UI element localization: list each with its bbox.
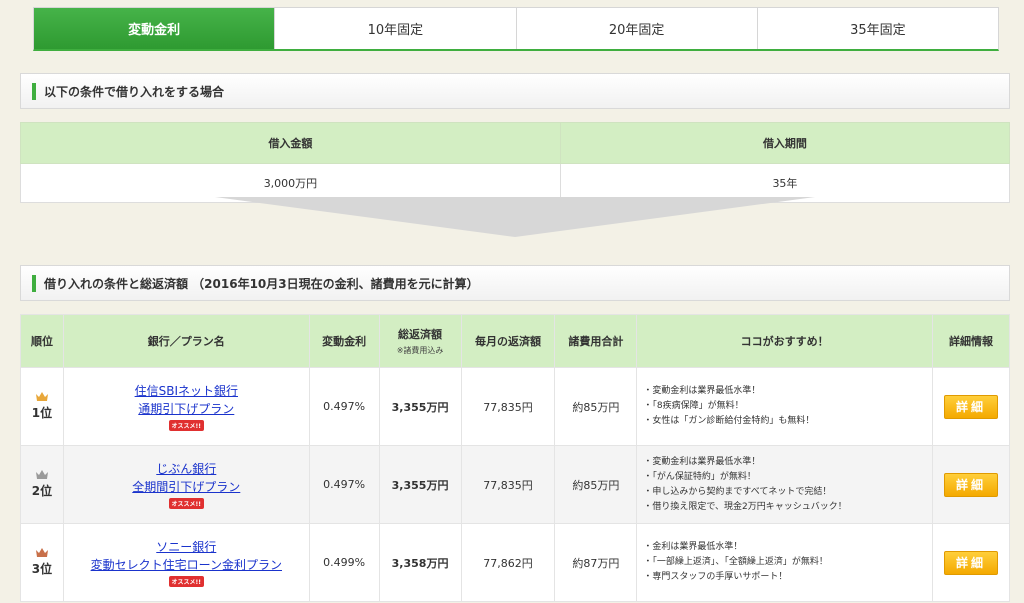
conditions-section-header: 以下の条件で借り入れをする場合 [20,73,1010,109]
recommend-point: ・「がん保証特約」が無料！ [643,471,756,482]
bank-name-link[interactable]: ソニー銀行 [64,538,309,556]
table-row: 1位 住信SBIネット銀行 通期引下げプラン オススメ!! 0.497% 3,3… [20,367,1011,446]
detail-header: 詳細情報 [931,314,1011,368]
loan-amount-header: 借入金額 [20,122,561,164]
rank-cell: 1位 [20,367,64,446]
bank-plan-header: 銀行／プラン名 [62,314,310,368]
detail-button[interactable]: 詳細 [943,550,998,575]
monthly-payment-value: 77,862円 [460,523,556,602]
recommend-point: ・女性は「ガン診断給付金特約」も無料！ [643,416,815,426]
plan-name-link[interactable]: 全期間引下げプラン [64,478,309,496]
plan-name-link[interactable]: 通期引下げプラン [64,400,309,418]
loan-period-header: 借入期間 [559,122,1011,164]
recommended-badge: オススメ!! [168,498,205,509]
ranking-table: 順位 銀行／プラン名 変動金利 総返済額 ※諸費用込み 毎月の返済額 諸費用合計… [20,314,1011,602]
total-repayment-note: ※諸費用込み [396,346,444,355]
variable-rate-value: 0.497% [308,445,380,524]
recommend-point: ・「一部繰上返済」、「全額繰上返済」が無料！ [643,557,828,567]
down-arrow-icon [215,197,815,237]
total-repayment-label: 総返済額 [398,328,443,341]
detail-button[interactable]: 詳細 [943,472,998,497]
total-repayment-header: 総返済額 ※諸費用込み [378,314,462,368]
recommend-point: ・専門スタッフの手厚いサポート！ [643,572,788,582]
recommended-badge: オススメ!! [168,420,205,431]
table-row: 3位 ソニー銀行 変動セレクト住宅ローン金利プラン オススメ!! 0.499% … [20,523,1011,602]
conditions-section-title: 以下の条件で借り入れをする場合 [44,84,225,99]
recommend-points: ・変動金利は業界最低水準！ ・「8疾病保障」が無料！ ・女性は「ガン診断給付金特… [636,367,933,446]
total-repayment-value: 3,355万円 [378,445,462,524]
loan-conditions-table: 借入金額 借入期間 3,000万円 35年 [20,122,1011,203]
table-row: 2位 じぶん銀行 全期間引下げプラン オススメ!! 0.497% 3,355万円… [20,445,1011,524]
rank-cell: 2位 [20,445,64,524]
section-accent-bar [32,82,36,100]
variable-rate-header: 変動金利 [308,314,380,368]
bank-plan-cell: 住信SBIネット銀行 通期引下げプラン オススメ!! [62,367,310,446]
total-repayment-value: 3,355万円 [378,367,462,446]
section-accent-bar [32,274,36,292]
recommend-header: ココがおすすめ！ [636,314,933,368]
rank-label: 2位 [31,484,53,498]
ranking-section-title: 借り入れの条件と総返済額 （2016年10月3日現在の金利、諸費用を元に計算） [44,276,479,291]
silver-crown-icon [35,470,48,479]
recommend-points: ・金利は業界最低水準！ ・「一部繰上返済」、「全額繰上返済」が無料！ ・専門スタ… [636,523,933,602]
detail-button[interactable]: 詳細 [943,394,998,419]
rank-cell: 3位 [20,523,64,602]
ranking-section-header: 借り入れの条件と総返済額 （2016年10月3日現在の金利、諸費用を元に計算） [20,265,1010,301]
tab-20-year-fixed[interactable]: 20年固定 [515,8,757,49]
tab-35-year-fixed[interactable]: 35年固定 [756,8,998,49]
bank-plan-cell: じぶん銀行 全期間引下げプラン オススメ!! [62,445,310,524]
variable-rate-value: 0.497% [308,367,380,446]
recommend-point: ・借り換え限定で、現金2万円キャッシュバック！ [643,501,847,512]
tab-10-year-fixed[interactable]: 10年固定 [274,8,515,49]
fees-total-header: 諸費用合計 [554,314,638,368]
rank-header: 順位 [20,314,64,368]
recommend-point: ・金利は業界最低水準！ [643,542,743,552]
variable-rate-value: 0.499% [308,523,380,602]
monthly-payment-value: 77,835円 [460,367,556,446]
recommend-point: ・「8疾病保障」が無料！ [643,401,744,411]
bank-name-link[interactable]: じぶん銀行 [64,460,309,478]
rank-label: 1位 [31,406,53,420]
total-repayment-value: 3,358万円 [378,523,462,602]
tab-variable-rate[interactable]: 変動金利 [34,8,275,49]
bronze-crown-icon [35,548,48,557]
fees-total-value: 約85万円 [554,445,638,524]
rank-label: 3位 [31,562,53,576]
recommend-point: ・変動金利は業界最低水準！ [643,386,761,396]
recommended-badge: オススメ!! [168,576,205,587]
gold-crown-icon [35,392,48,401]
recommend-point: ・申し込みから契約まですべてネットで完結！ [643,486,832,497]
monthly-payment-value: 77,835円 [460,445,556,524]
plan-name-link[interactable]: 変動セレクト住宅ローン金利プラン [64,556,309,574]
fees-total-value: 約85万円 [554,367,638,446]
recommend-point: ・変動金利は業界最低水準！ [643,456,761,467]
detail-cell: 詳細 [931,367,1011,446]
monthly-payment-header: 毎月の返済額 [460,314,556,368]
detail-cell: 詳細 [931,523,1011,602]
fees-total-value: 約87万円 [554,523,638,602]
recommend-points: ・変動金利は業界最低水準！ ・「がん保証特約」が無料！ ・申し込みから契約まです… [636,445,933,524]
rate-type-tabs: 変動金利 10年固定 20年固定 35年固定 [33,7,999,51]
bank-plan-cell: ソニー銀行 変動セレクト住宅ローン金利プラン オススメ!! [62,523,310,602]
bank-name-link[interactable]: 住信SBIネット銀行 [64,382,309,400]
detail-cell: 詳細 [931,445,1011,524]
